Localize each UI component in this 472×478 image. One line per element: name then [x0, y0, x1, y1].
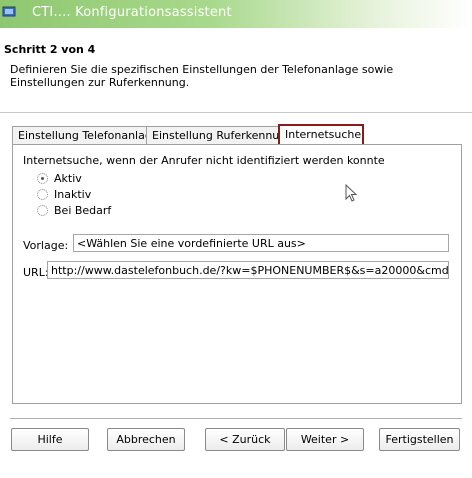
radio-bei-bedarf[interactable]: Bei Bedarf — [37, 203, 111, 217]
mouse-cursor-icon — [345, 184, 358, 202]
radio-label: Bei Bedarf — [54, 203, 112, 217]
radio-label: Inaktiv — [54, 187, 92, 201]
wizard-header: Schritt 2 von 4 Definieren Sie die spezi… — [0, 28, 472, 112]
template-select[interactable]: <Wählen Sie eine vordefinierte URL aus> — [73, 234, 449, 252]
radio-label: Aktiv — [54, 171, 82, 185]
app-icon — [2, 6, 16, 17]
back-button[interactable]: < Zurück — [205, 428, 285, 451]
footer-divider — [10, 418, 462, 420]
finish-button[interactable]: Fertigstellen — [379, 428, 460, 451]
next-button[interactable]: Weiter > — [286, 428, 364, 451]
url-input[interactable]: http://www.dastelefonbuch.de/?kw=$PHONEN… — [47, 261, 449, 279]
tab-panel-internetsuche: Internetsuche, wenn der Anrufer nicht id… — [12, 144, 462, 404]
header-divider — [0, 112, 472, 114]
search-group-label: Internetsuche, wenn der Anrufer nicht id… — [23, 154, 385, 167]
help-button[interactable]: Hilfe — [11, 428, 89, 451]
radio-inaktiv[interactable]: Inaktiv — [37, 187, 91, 201]
radio-button-icon[interactable] — [37, 204, 48, 216]
template-label: Vorlage: — [23, 239, 69, 252]
tab-internetsuche[interactable]: Internetsuche — [278, 124, 364, 145]
radio-aktiv[interactable]: Aktiv — [37, 171, 82, 185]
radio-button-icon[interactable] — [37, 188, 48, 200]
step-description: Definieren Sie die spezifischen Einstell… — [10, 63, 394, 89]
title-bar: CTI.... Konfigurationsassistent — [0, 0, 472, 28]
window-title: CTI.... Konfigurationsassistent — [32, 5, 232, 20]
cancel-button[interactable]: Abbrechen — [107, 428, 185, 451]
url-label: URL: — [23, 266, 49, 279]
tab-einstellung-telefonanlage[interactable]: Einstellung Telefonanlage — [12, 126, 159, 144]
radio-button-icon[interactable] — [37, 172, 48, 184]
step-title: Schritt 2 von 4 — [4, 43, 96, 56]
tab-einstellung-ruferkennung[interactable]: Einstellung Ruferkennung — [146, 126, 293, 144]
